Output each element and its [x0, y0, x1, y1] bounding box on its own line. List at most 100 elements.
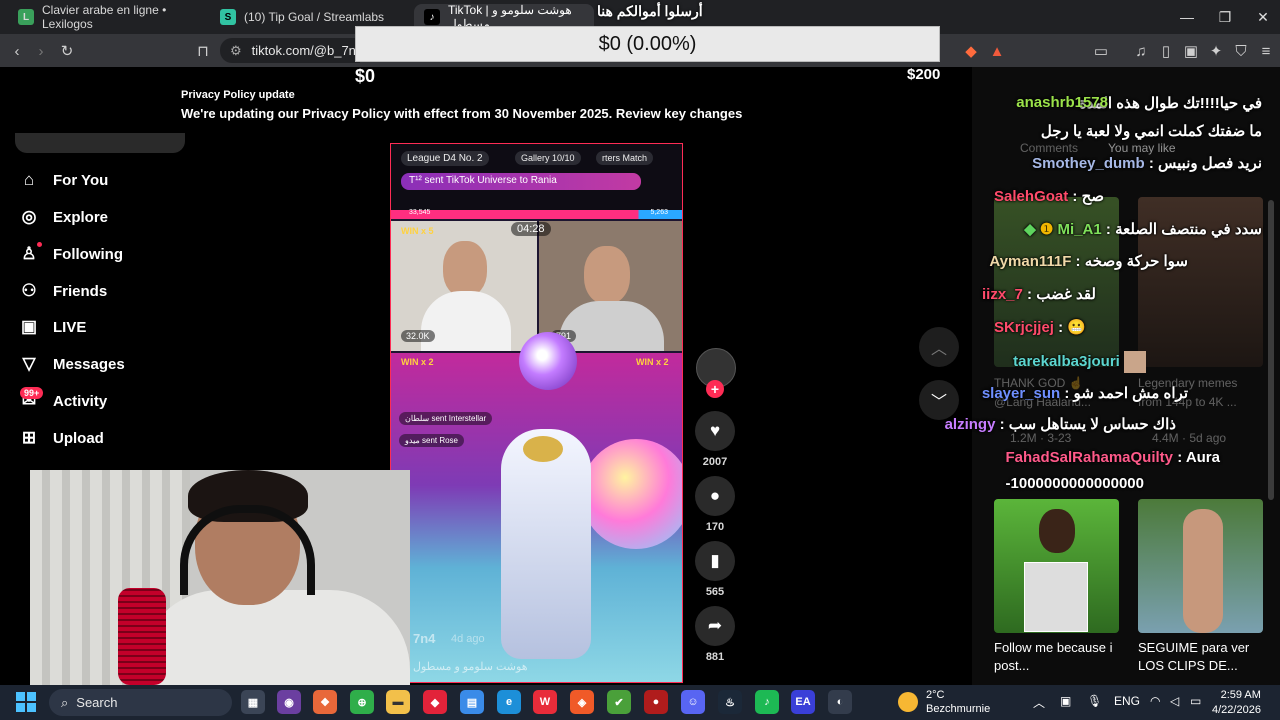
- sidebar-item-label: Following: [53, 245, 123, 263]
- sidebar-item-label: Upload: [53, 429, 104, 447]
- app-icon[interactable]: ⊕: [350, 690, 374, 714]
- app-icon[interactable]: ✔: [607, 690, 631, 714]
- microphone: [118, 588, 166, 685]
- privacy-banner-link[interactable]: We're updating our Privacy Policy with e…: [181, 106, 742, 121]
- save-button[interactable]: ▮ 565: [695, 541, 735, 598]
- badge-icon: ❶: [1039, 221, 1054, 238]
- wallet-icon[interactable]: ▣: [1180, 40, 1202, 62]
- spotify-icon[interactable]: ♪: [755, 690, 779, 714]
- vpn-icon[interactable]: ⛉: [1230, 40, 1252, 62]
- app-icon[interactable]: ◆: [423, 690, 447, 714]
- obs-icon[interactable]: ●: [644, 690, 668, 714]
- cast-icon[interactable]: ▭: [1090, 40, 1112, 62]
- clock[interactable]: 2:59 AM 4/22/2026: [1212, 688, 1261, 718]
- forward-icon[interactable]: ›: [30, 40, 52, 62]
- sidebar-item-following[interactable]: ♙ Following: [19, 240, 123, 268]
- clock-date: 4/22/2026: [1212, 704, 1261, 716]
- you-may-like-tab[interactable]: You may like: [1108, 141, 1176, 155]
- brave-shield-icon[interactable]: ◆: [960, 40, 982, 62]
- battery-icon[interactable]: ▭: [1190, 694, 1201, 708]
- taskbar-search[interactable]: ⌕ Search: [49, 689, 232, 716]
- tray-chevron-icon[interactable]: ︿: [1033, 694, 1045, 711]
- moon-icon: [898, 692, 918, 712]
- close-icon[interactable]: ✕: [1240, 0, 1280, 34]
- share-button[interactable]: ➦ 881: [695, 606, 735, 663]
- search-icon: ⌕: [61, 694, 69, 710]
- sidebar-item-label: Friends: [53, 282, 108, 300]
- sidebar-item-live[interactable]: ▣ LIVE: [19, 313, 86, 341]
- brave-icon[interactable]: ◈: [570, 690, 594, 714]
- chat-username: iizx_7: [982, 286, 1023, 303]
- sidebar-item-label: For You: [53, 171, 109, 189]
- sidebar-item-for-you[interactable]: ⌂ For You: [19, 166, 108, 194]
- video-author[interactable]: 7n4: [413, 631, 435, 646]
- steam-icon[interactable]: ♨: [718, 690, 742, 714]
- tray-app-icon[interactable]: ▣: [1060, 694, 1071, 708]
- bookmark-icon[interactable]: ⊓: [192, 40, 214, 62]
- search-label: Search: [76, 695, 118, 710]
- discord-icon[interactable]: ☺: [681, 690, 705, 714]
- streamlabs-icon: S: [220, 9, 236, 25]
- inset-photo: [1024, 562, 1088, 632]
- menu-icon[interactable]: ≡: [1255, 40, 1277, 62]
- back-icon[interactable]: ‹: [6, 40, 28, 62]
- weather-place: Bezchmurnie: [926, 703, 991, 715]
- windows-start-icon[interactable]: [16, 692, 36, 712]
- shirt: [421, 291, 511, 351]
- astronaut-visor: [523, 436, 563, 462]
- suggested-thumb[interactable]: [994, 499, 1119, 633]
- chat-message: slayer_sun : تراه مش احمد شو: [981, 385, 1188, 402]
- comments-tab[interactable]: Comments: [1020, 141, 1078, 155]
- reload-icon[interactable]: ↻: [56, 40, 78, 62]
- address-bar[interactable]: ⚙ tiktok.com/@b_7n4: [220, 38, 363, 63]
- weather-widget[interactable]: 2°C Bezchmurnie: [898, 688, 990, 716]
- chat-message: FahadSalRahamaQuilty : Aura: [1005, 449, 1220, 466]
- tiktok-search[interactable]: [15, 133, 185, 153]
- previous-video-button[interactable]: ︿: [919, 327, 959, 367]
- video-player[interactable]: League D4 No. 2 Gallery 10/10 rters Matc…: [390, 143, 683, 683]
- chat-username: Mi_A1: [1057, 221, 1102, 238]
- suggested-thumb[interactable]: [1138, 499, 1263, 633]
- comment-button[interactable]: ● 170: [695, 476, 735, 533]
- next-video-button[interactable]: ﹀: [919, 380, 959, 420]
- sidebar-item-friends[interactable]: ⚇ Friends: [19, 277, 107, 305]
- app-icon[interactable]: ◐: [828, 690, 852, 714]
- goal-title: أرسلوا أموالكم هنا: [597, 3, 703, 19]
- webcam-overlay: [30, 470, 410, 685]
- edge-icon[interactable]: e: [497, 690, 521, 714]
- goal-progress-text: $0 (0.00%): [598, 32, 697, 55]
- music-icon[interactable]: ♫: [1130, 40, 1152, 62]
- leo-icon[interactable]: ✦: [1205, 40, 1227, 62]
- language-indicator[interactable]: ENG: [1114, 694, 1140, 708]
- tab-lexilogos[interactable]: L Clavier arabe en ligne • Lexilogos: [8, 3, 208, 31]
- follow-button[interactable]: +: [706, 380, 724, 398]
- chat-text: ما ضفتك كملت انمي ولا لعبة يا رجل: [1040, 123, 1262, 140]
- sidebar-item-messages[interactable]: ▽ Messages: [19, 350, 124, 378]
- win-tag: WIN x 2: [636, 357, 669, 367]
- save-count: 565: [705, 586, 725, 598]
- task-view-icon[interactable]: ▦: [241, 690, 265, 714]
- volume-icon[interactable]: ◁: [1170, 694, 1179, 708]
- share-icon: ➦: [695, 606, 735, 646]
- sidebar-item-upload[interactable]: ⊞ Upload: [19, 424, 104, 452]
- microphone-icon[interactable]: 🎙: [1087, 694, 1102, 708]
- file-explorer-icon[interactable]: ▬: [386, 690, 410, 714]
- like-button[interactable]: ♥ 2007: [695, 411, 735, 468]
- share-count: 881: [705, 651, 725, 663]
- app-icon[interactable]: ▤: [460, 690, 484, 714]
- lexilogos-icon: L: [18, 9, 34, 25]
- sidebar-item-explore[interactable]: ◎ Explore: [19, 203, 108, 231]
- scrollbar[interactable]: [1268, 200, 1274, 500]
- ea-icon[interactable]: EA: [791, 690, 815, 714]
- score-left: 33,545: [409, 209, 431, 216]
- app-icon[interactable]: W: [533, 690, 557, 714]
- wifi-icon[interactable]: ◠: [1150, 694, 1160, 708]
- suggested-caption[interactable]: SEGUIME para ver LOS CLIPS DE...: [1138, 639, 1263, 675]
- shirt: [140, 590, 410, 685]
- sidebar-icon[interactable]: ▯: [1155, 40, 1177, 62]
- copilot-icon[interactable]: ◉: [277, 690, 301, 714]
- brave-rewards-icon[interactable]: ▲: [986, 40, 1008, 62]
- app-icon[interactable]: ❖: [313, 690, 337, 714]
- chat-message: tarekalba3jouri: [1013, 351, 1146, 373]
- suggested-caption[interactable]: Follow me because i post...: [994, 639, 1119, 675]
